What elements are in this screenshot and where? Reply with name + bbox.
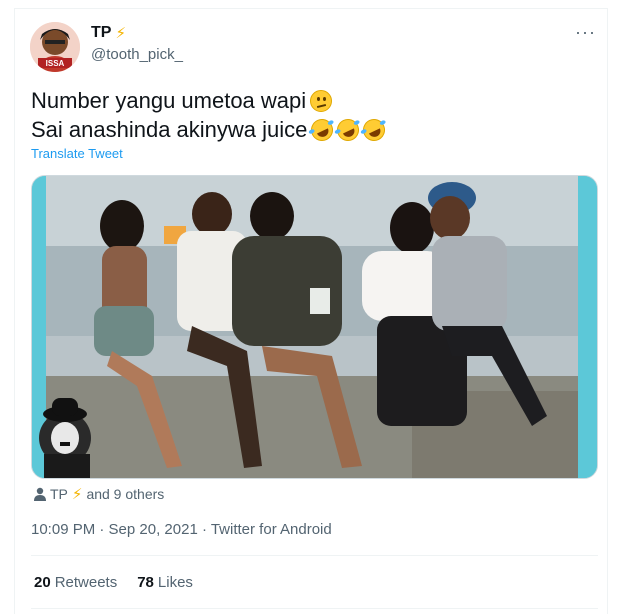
lightning-bolt-icon: ⚡ — [115, 24, 126, 42]
rolling-laughing-emoji-icon — [307, 114, 338, 145]
tweet-text-line-2: Sai anashinda akinywa juice — [31, 117, 308, 142]
tweet-text-line-1: Number yangu umetoa wapi — [31, 88, 307, 113]
retweets-label: Retweets — [54, 574, 118, 591]
author-name-row[interactable]: TP ⚡ — [91, 24, 126, 42]
author-name[interactable]: TP — [91, 24, 111, 42]
divider — [31, 555, 598, 556]
more-options-icon[interactable]: ··· — [575, 22, 596, 43]
person-icon — [34, 487, 46, 501]
author-handle[interactable]: @tooth_pick_ — [91, 46, 183, 63]
tagged-others-text: and 9 others — [86, 486, 165, 502]
likes-label: Likes — [157, 574, 193, 591]
avatar[interactable]: ISSA — [30, 22, 80, 72]
translate-tweet-link[interactable]: Translate Tweet — [31, 146, 123, 161]
tweet-photo[interactable] — [31, 175, 598, 479]
retweets-stat[interactable]: 20 Retweets — [34, 574, 117, 591]
confused-face-emoji-icon — [310, 89, 333, 112]
avatar-illustration-icon: ISSA — [30, 22, 80, 72]
likes-count: 78 — [137, 574, 154, 591]
divider — [31, 608, 598, 609]
tweet-timestamp[interactable]: 10:09 PM · Sep 20, 2021 · Twitter for An… — [31, 521, 332, 538]
likes-stat[interactable]: 78 Likes — [137, 574, 193, 591]
tagged-user-name: TP — [50, 486, 68, 502]
tweet-text: Number yangu umetoa wapi Sai anashinda a… — [31, 86, 390, 145]
rolling-laughing-emoji-icon — [333, 114, 364, 145]
rolling-laughing-emoji-icon — [359, 114, 390, 145]
avatar-text: ISSA — [46, 59, 65, 68]
photo-illustration — [32, 176, 597, 478]
tweet-stats: 20 Retweets 78 Likes — [34, 574, 193, 591]
retweets-count: 20 — [34, 574, 51, 591]
lightning-bolt-icon: ⚡ — [71, 485, 83, 503]
tagged-users[interactable]: TP ⚡ and 9 others — [34, 486, 164, 502]
